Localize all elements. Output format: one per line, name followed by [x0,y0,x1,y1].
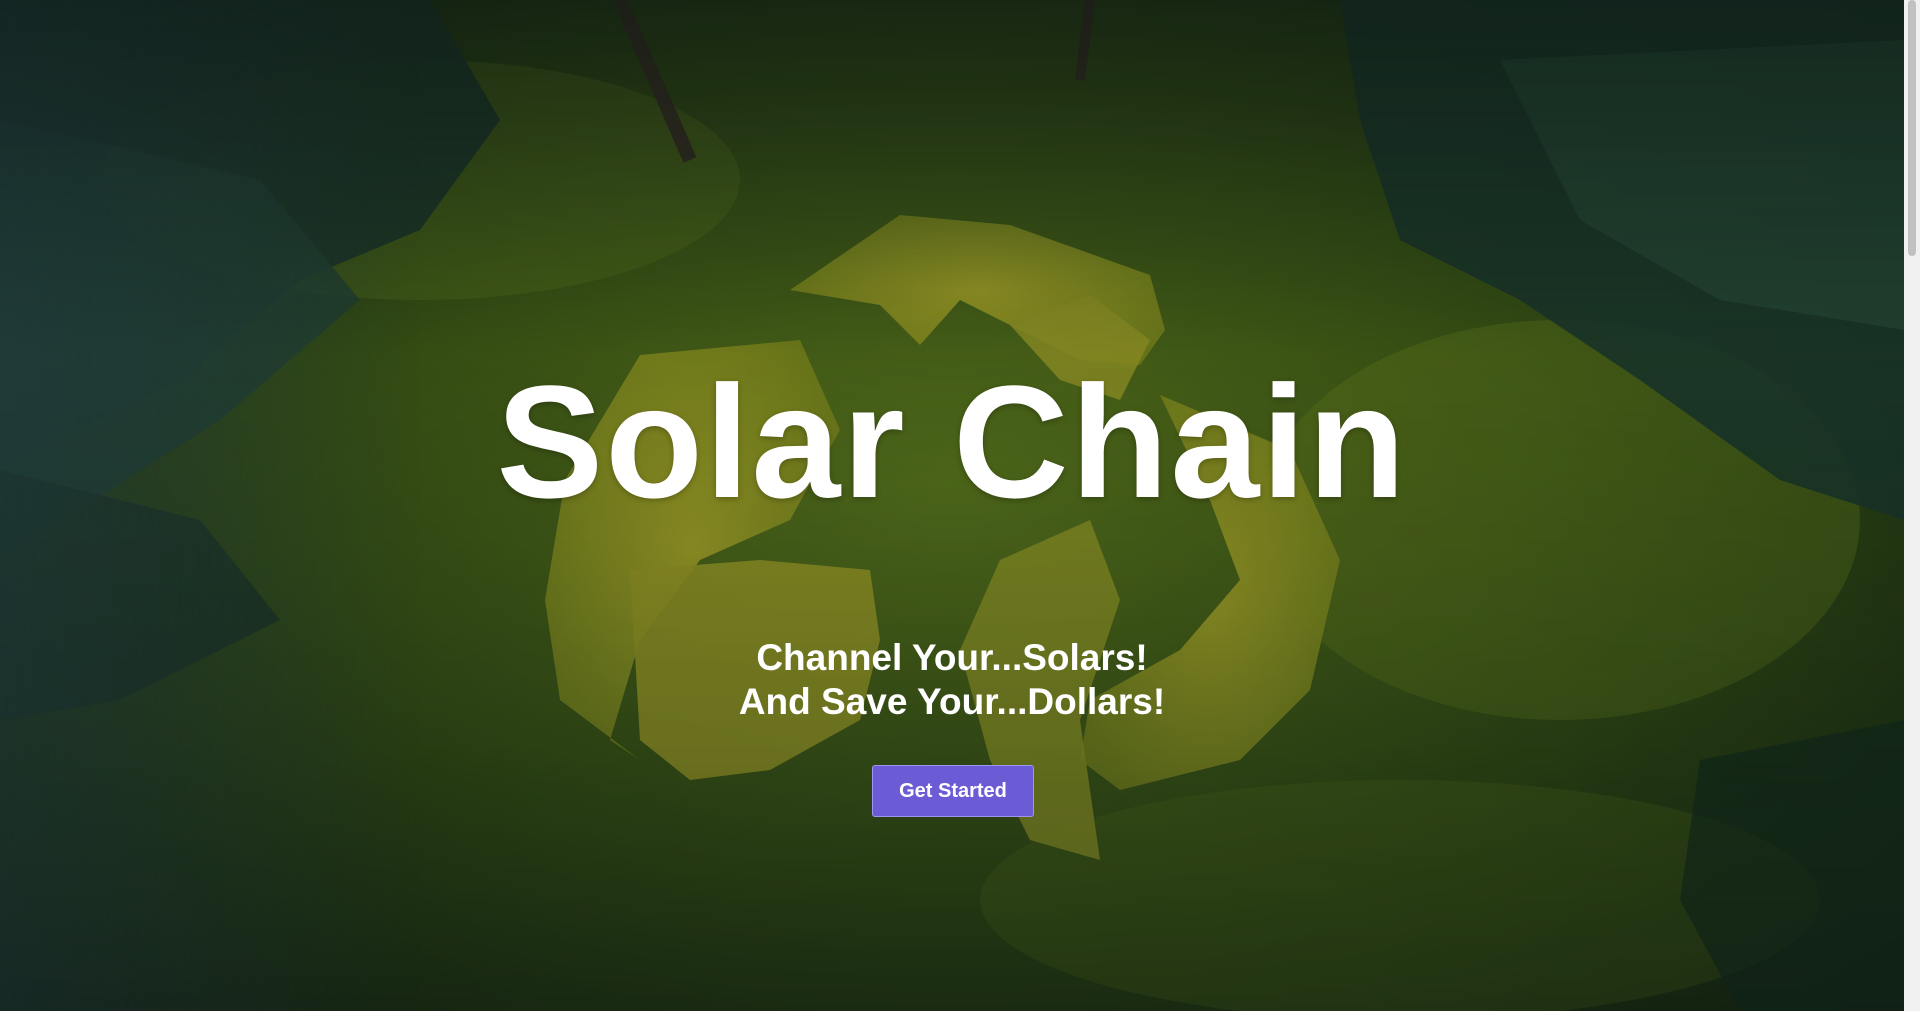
scrollbar-thumb[interactable] [1908,0,1916,256]
page-title: Solar Chain [496,352,1408,531]
tagline-line-1: Channel Your...Solars! [756,637,1148,678]
hero-section: Solar Chain Channel Your...Solars! And S… [0,0,1904,1011]
hero-tagline: Channel Your...Solars! And Save Your...D… [0,636,1904,724]
get-started-button[interactable]: Get Started [872,765,1034,817]
tagline-line-2: And Save Your...Dollars! [738,681,1166,722]
vertical-scrollbar[interactable] [1904,0,1920,1011]
page-viewport: Solar Chain Channel Your...Solars! And S… [0,0,1904,1011]
